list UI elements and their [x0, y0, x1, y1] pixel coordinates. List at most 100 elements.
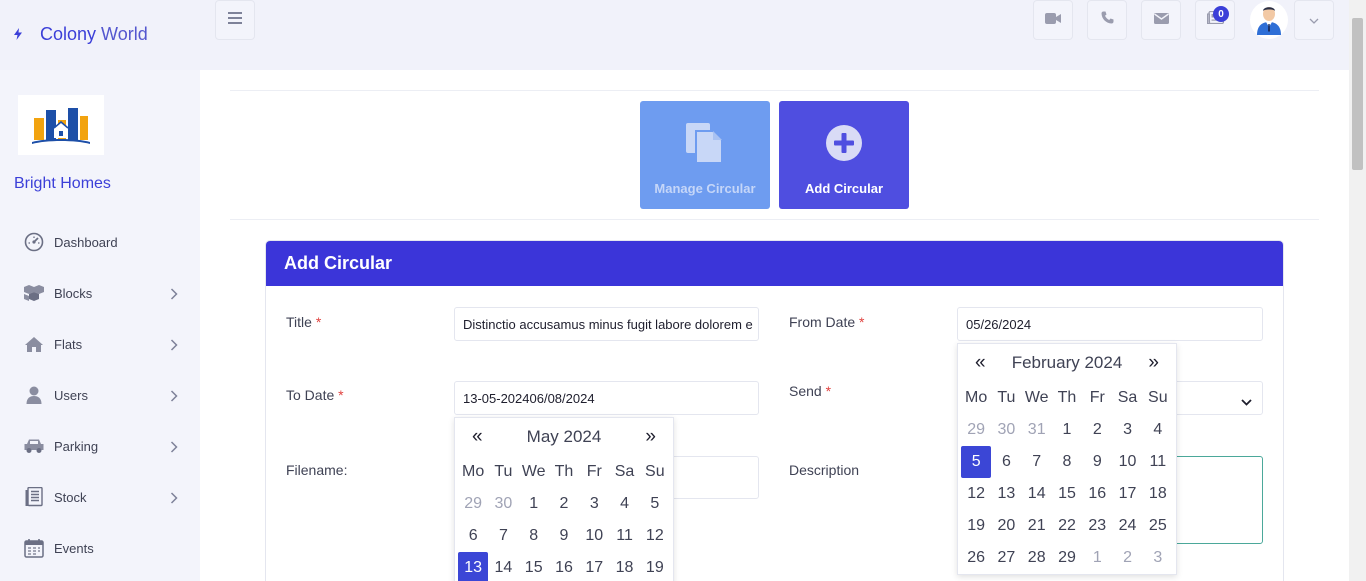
stock-icon [22, 486, 46, 508]
scrollbar-thumb[interactable] [1352, 18, 1363, 170]
calendar-day[interactable]: 24 [1112, 510, 1142, 542]
calendar-day[interactable]: 6 [458, 520, 488, 552]
calendar-day[interactable]: 22 [1052, 510, 1082, 542]
calendar-day[interactable]: 9 [549, 520, 579, 552]
calendar-month-title[interactable]: May 2024 [527, 427, 602, 447]
calendar-day[interactable]: 2 [1082, 414, 1112, 446]
calendar-day[interactable]: 3 [1112, 414, 1142, 446]
calendar-day[interactable]: 2 [1112, 542, 1142, 574]
calendar-day[interactable]: 7 [1022, 446, 1052, 478]
calendar-day[interactable]: 17 [1112, 478, 1142, 510]
mail-button[interactable] [1141, 0, 1181, 40]
calendar-day[interactable]: 4 [609, 488, 639, 520]
calendar-day[interactable]: 21 [1022, 510, 1052, 542]
filename-field-label: Filename: [286, 462, 348, 478]
calendar-day[interactable]: 18 [1143, 478, 1173, 510]
calendar-day-selected[interactable]: 5 [961, 446, 992, 478]
chevron-down-icon [1309, 11, 1319, 29]
calendar-day[interactable]: 13 [991, 478, 1021, 510]
calendar-day[interactable]: 29 [458, 488, 488, 520]
video-call-button[interactable] [1033, 0, 1073, 40]
sidebar-item-stock[interactable]: Stock [22, 482, 182, 512]
brand[interactable]: Colony World [14, 24, 148, 45]
calendar-day[interactable]: 10 [579, 520, 609, 552]
sidebar-item-flats[interactable]: Flats [22, 329, 182, 359]
calendar-day[interactable]: 9 [1082, 446, 1112, 478]
sidebar-item-users[interactable]: Users [22, 380, 182, 410]
manage-circular-label: Manage Circular [654, 181, 756, 196]
calendar-day[interactable]: 14 [488, 552, 518, 581]
top-bar: Colony World 0 [0, 0, 1366, 70]
calendar-day[interactable]: 4 [1143, 414, 1173, 446]
sidebar-item-parking[interactable]: Parking [22, 431, 182, 461]
user-menu-button[interactable] [1294, 0, 1334, 40]
calendar-day[interactable]: 11 [609, 520, 639, 552]
calendar-day[interactable]: 10 [1112, 446, 1142, 478]
title-input[interactable]: Distinctio accusamus minus fugit labore … [454, 307, 759, 341]
manage-circular-tile[interactable]: Manage Circular [640, 101, 770, 209]
calendar-day[interactable]: 19 [961, 510, 991, 542]
calendar-day[interactable]: 29 [961, 414, 991, 446]
calendar-day[interactable]: 23 [1082, 510, 1112, 542]
calendar-day[interactable]: 3 [1143, 542, 1173, 574]
to-date-input[interactable]: 13-05-202406/08/2024 [454, 381, 759, 415]
notifications-button[interactable]: 0 [1195, 0, 1235, 40]
calendar-day[interactable]: 18 [609, 552, 639, 581]
calendar-day[interactable]: 31 [1022, 414, 1052, 446]
calendar-day[interactable]: 16 [549, 552, 579, 581]
calendar-day[interactable]: 25 [1143, 510, 1173, 542]
calendar-day[interactable]: 3 [579, 488, 609, 520]
calendar-next-button[interactable]: » [1148, 352, 1159, 374]
calendar-day[interactable]: 17 [579, 552, 609, 581]
calendar-day[interactable]: 15 [1052, 478, 1082, 510]
sidebar-toggle-button[interactable] [215, 0, 255, 40]
calendar-day[interactable]: 7 [488, 520, 518, 552]
title-field-label: Title * [286, 314, 322, 330]
calendar-day[interactable]: 14 [1022, 478, 1052, 510]
calendar-day[interactable]: 5 [640, 488, 670, 520]
calendar-day[interactable]: 20 [991, 510, 1021, 542]
calendar-day-selected[interactable]: 13 [458, 552, 489, 581]
from-date-input[interactable]: 05/26/2024 [957, 307, 1263, 341]
calendar-day[interactable]: 11 [1143, 446, 1173, 478]
calendar-day[interactable]: 26 [961, 542, 991, 574]
calendar-day[interactable]: 30 [991, 414, 1021, 446]
to-date-calendar: « May 2024 » Mo Tu We Th Fr Sa Su 29 30 1 2 3 4 5 6 7 8… [454, 417, 674, 581]
calendar-day[interactable]: 27 [991, 542, 1021, 574]
calendar-next-button[interactable]: » [645, 426, 656, 448]
sidebar-item-dashboard[interactable]: Dashboard [22, 227, 182, 257]
page-scrollbar[interactable] [1349, 0, 1366, 581]
calendar-day[interactable]: 19 [640, 552, 670, 581]
calendar-day[interactable]: 2 [549, 488, 579, 520]
hamburger-icon [228, 11, 242, 29]
sidebar-item-events[interactable]: Events [22, 533, 182, 563]
bolt-icon [14, 27, 22, 43]
from-date-field-label: From Date * [789, 314, 865, 330]
calendar-prev-button[interactable]: « [472, 426, 483, 448]
calendar-day[interactable]: 15 [519, 552, 549, 581]
weekday-row: Mo Tu We Th Fr Sa Su [458, 456, 670, 488]
calendar-day[interactable]: 30 [488, 488, 518, 520]
calendar-day[interactable]: 1 [1052, 414, 1082, 446]
calendar-day[interactable]: 28 [1022, 542, 1052, 574]
phone-button[interactable] [1087, 0, 1127, 40]
sidebar-item-blocks[interactable]: Blocks [22, 278, 182, 308]
calendar-prev-button[interactable]: « [975, 352, 986, 374]
video-icon [1045, 11, 1061, 29]
calendar-day[interactable]: 8 [1052, 446, 1082, 478]
weekday-label: Sa [614, 463, 635, 480]
calendar-week-row: 29 30 1 2 3 4 5 [458, 488, 670, 520]
calendar-day[interactable]: 12 [640, 520, 670, 552]
calendar-day[interactable]: 12 [961, 478, 991, 510]
weekday-label: Tu [494, 463, 513, 480]
calendar-day[interactable]: 8 [519, 520, 549, 552]
calendar-month-title[interactable]: February 2024 [1012, 353, 1123, 373]
calendar-day[interactable]: 16 [1082, 478, 1112, 510]
calendar-day[interactable]: 6 [991, 446, 1021, 478]
add-circular-tile[interactable]: Add Circular [779, 101, 909, 209]
calendar-day[interactable]: 29 [1052, 542, 1082, 574]
avatar[interactable] [1250, 1, 1288, 39]
calendar-day[interactable]: 1 [1082, 542, 1112, 574]
description-field-label: Description [789, 462, 860, 478]
calendar-day[interactable]: 1 [519, 488, 549, 520]
